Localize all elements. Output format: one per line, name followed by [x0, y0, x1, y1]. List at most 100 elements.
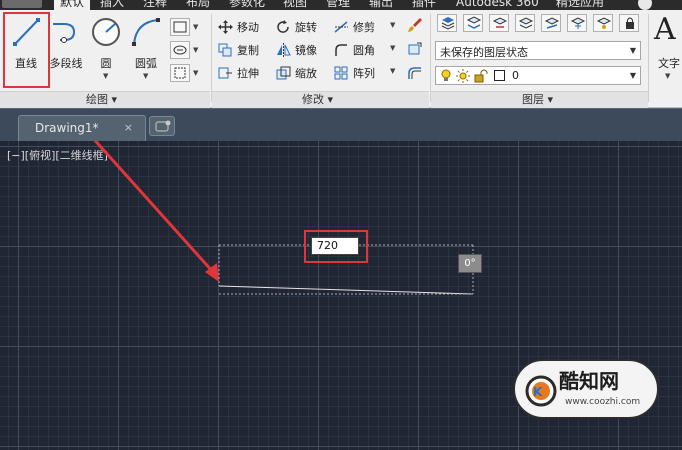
layer-dropdown[interactable]: 0 ▼	[435, 66, 641, 85]
mirror-icon	[277, 43, 291, 57]
layer-state-dropdown[interactable]: 未保存的图层状态 ▼	[435, 41, 641, 60]
trim-dropdown-icon[interactable]: ▼	[390, 21, 395, 29]
trim-icon	[334, 21, 348, 33]
text-dropdown-icon[interactable]: ▼	[665, 72, 670, 80]
move-icon	[218, 20, 233, 34]
explode-icon	[408, 42, 422, 55]
document-tab[interactable]: Drawing1* ×	[18, 115, 146, 142]
layer-lock-button[interactable]	[619, 14, 639, 32]
watermark-brand: 酷知网	[559, 369, 619, 393]
layer-freeze-button[interactable]	[567, 14, 587, 32]
tab-view[interactable]: 视图	[283, 0, 307, 10]
rectangle-icon	[173, 21, 187, 33]
panel-divider	[211, 14, 212, 102]
move-label: 移动	[237, 21, 259, 34]
text-tool-label[interactable]: 文字	[658, 55, 680, 71]
offset-tool-button[interactable]	[405, 64, 425, 82]
ribbon: 直线 多段线 圆 ▼ 圆弧 ▼ ▼ ▼ ▼ 绘图 ▾ 移动 复制 拉伸 旋转 镜…	[0, 10, 682, 108]
tab-featured-apps[interactable]: 精选应用	[556, 0, 604, 10]
close-icon[interactable]: ×	[124, 121, 133, 134]
new-tab-icon	[155, 120, 171, 132]
watermark-logo-icon: K	[525, 375, 557, 407]
rotate-icon	[277, 20, 289, 33]
svg-text:K: K	[533, 385, 543, 399]
layer-isolate-icon	[518, 17, 534, 29]
fillet-label: 圆角	[353, 44, 375, 57]
layer-lock-icon	[626, 17, 634, 29]
explode-tool-button[interactable]	[405, 40, 425, 58]
tab-output[interactable]: 输出	[369, 0, 393, 10]
tab-insert[interactable]: 插入	[100, 0, 124, 10]
input-highlight-box	[304, 230, 368, 263]
layer-unisolate-button[interactable]	[541, 14, 561, 32]
tab-layout[interactable]: 布局	[186, 0, 210, 10]
tab-default[interactable]: 默认	[54, 0, 91, 10]
layer-isolate-button[interactable]	[515, 14, 535, 32]
panel-divider	[648, 14, 649, 102]
chevron-down-icon: ▼	[629, 46, 636, 55]
document-tab-strip: Drawing1* ×	[0, 108, 682, 142]
text-tool-icon[interactable]: A	[654, 12, 676, 47]
trim-label: 修剪	[353, 21, 375, 34]
offset-icon	[408, 67, 421, 79]
region-tool-button[interactable]	[170, 64, 190, 82]
annotation-arrow-line	[93, 141, 215, 274]
layer-properties-button[interactable]	[437, 14, 457, 32]
hatch-icon	[173, 45, 187, 55]
brush-icon	[408, 18, 422, 32]
unlock-icon	[474, 69, 488, 83]
line-tool-highlight-box	[3, 12, 50, 88]
circle-dropdown-icon[interactable]: ▼	[103, 72, 108, 80]
layer-off-button[interactable]	[593, 14, 613, 32]
modify-panel-title[interactable]: 修改 ▾	[302, 92, 333, 108]
application-button[interactable]	[2, 0, 42, 8]
hatch-tool-button[interactable]	[170, 41, 190, 59]
rectangle-tool-button[interactable]	[170, 18, 190, 36]
array-dropdown-icon[interactable]: ▼	[390, 67, 395, 75]
copy-icon	[218, 43, 232, 57]
layer-previous-button[interactable]	[489, 14, 509, 32]
rotate-label: 旋转	[295, 21, 317, 34]
region-icon	[174, 67, 186, 79]
layer-state-value: 未保存的图层状态	[440, 46, 528, 59]
copy-label: 复制	[237, 44, 259, 57]
stretch-label: 拉伸	[237, 67, 259, 80]
arc-dropdown-icon[interactable]: ▼	[143, 72, 148, 80]
scale-label: 缩放	[295, 67, 317, 80]
erase-tool-button[interactable]	[405, 16, 425, 34]
circle-icon	[92, 18, 120, 46]
polyline-tool-button[interactable]: 多段线	[46, 14, 86, 88]
watermark: K 酷知网 www.coozhi.com	[513, 359, 659, 419]
chevron-down-icon: ▼	[629, 71, 636, 80]
draw-panel-title[interactable]: 绘图 ▾	[86, 92, 117, 108]
mirror-label: 镜像	[295, 44, 317, 57]
tab-manage[interactable]: 管理	[326, 0, 350, 10]
circle-tool-label: 圆	[100, 57, 112, 70]
user-icon[interactable]	[638, 0, 652, 10]
sun-icon	[456, 69, 470, 83]
tab-annotate[interactable]: 注释	[143, 0, 167, 10]
tab-parametric[interactable]: 参数化	[229, 0, 265, 10]
menu-bar: 默认 插入 注释 布局 参数化 视图 管理 输出 插件 Autodesk 360…	[0, 0, 682, 10]
layer-color-swatch	[494, 70, 505, 81]
drawing-canvas[interactable]: [−][俯视][二维线框] 720 0° K 酷知网 www.coozhi.co…	[0, 141, 682, 450]
layer-off-icon	[596, 17, 612, 29]
scale-icon	[276, 66, 291, 80]
current-layer-value: 0	[512, 69, 519, 82]
tab-plugins[interactable]: 插件	[412, 0, 436, 10]
circle-tool-button[interactable]: 圆 ▼	[86, 14, 126, 88]
layer-match-button[interactable]	[463, 14, 483, 32]
angle-tooltip: 0°	[458, 254, 482, 273]
array-icon	[334, 66, 348, 80]
stretch-icon	[218, 67, 232, 79]
new-drawing-tab-button[interactable]	[149, 116, 175, 136]
layers-panel-title[interactable]: 图层 ▾	[522, 92, 553, 108]
lightbulb-icon	[441, 69, 451, 81]
tab-autodesk-360[interactable]: Autodesk 360	[456, 0, 539, 10]
fillet-icon	[335, 44, 347, 56]
layer-freeze-icon	[570, 17, 586, 29]
layer-match-icon	[466, 16, 482, 29]
panel-divider	[430, 14, 431, 102]
fillet-dropdown-icon[interactable]: ▼	[390, 44, 395, 52]
arc-tool-button[interactable]: 圆弧 ▼	[126, 14, 166, 88]
